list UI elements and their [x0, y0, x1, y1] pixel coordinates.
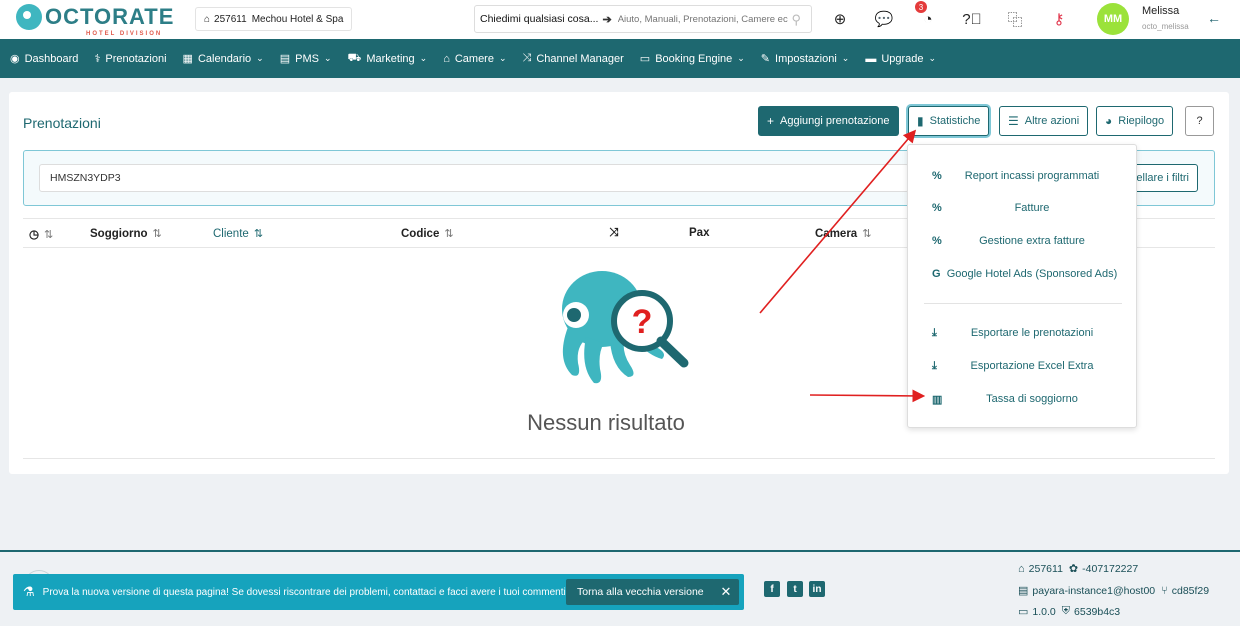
laptop-icon: ▭ [1018, 606, 1029, 618]
twitter-icon[interactable]: t [787, 581, 803, 597]
footer-branch: cd85f29 [1171, 584, 1210, 597]
git-branch-icon: ⑂ [1161, 584, 1168, 597]
footer-version: 1.0.0 [1032, 605, 1056, 618]
facebook-icon[interactable]: f [764, 581, 780, 597]
footer-server: payara-instance1@host00 [1032, 584, 1156, 597]
new-version-banner: ⚗ Prova la nuova versione di questa pagi… [13, 574, 744, 610]
annotation-arrows [759, 129, 926, 403]
footer-server-info: ▤ payara-instance1@host00 ⑂ cd85f29 [1018, 584, 1210, 598]
server-icon: ▤ [1018, 585, 1029, 597]
arrow-to-tourist-tax [809, 389, 926, 403]
footer-hotel-info: ⌂ 257611 ✿ -407172227 [1018, 562, 1139, 576]
flask-icon: ⚗ [23, 584, 35, 599]
footer-hotel-id: 257611 [1028, 562, 1063, 575]
arrow-to-statistics [759, 129, 917, 314]
old-version-button[interactable]: Torna alla vecchia versione [566, 579, 715, 605]
home-icon: ⌂ [1018, 562, 1025, 575]
brain-icon: ✿ [1068, 563, 1079, 575]
footer-version-info: ▭ 1.0.0 ⛨ 6539b4c3 [1018, 605, 1120, 618]
banner-text: Prova la nuova versione di questa pagina… [42, 586, 569, 598]
linkedin-icon[interactable]: in [809, 581, 825, 597]
close-icon[interactable]: ✕ [713, 579, 739, 605]
footer-build: 6539b4c3 [1074, 605, 1121, 618]
shield-icon: ⛨ [1061, 605, 1071, 617]
footer-instance-code: -407172227 [1082, 562, 1139, 575]
